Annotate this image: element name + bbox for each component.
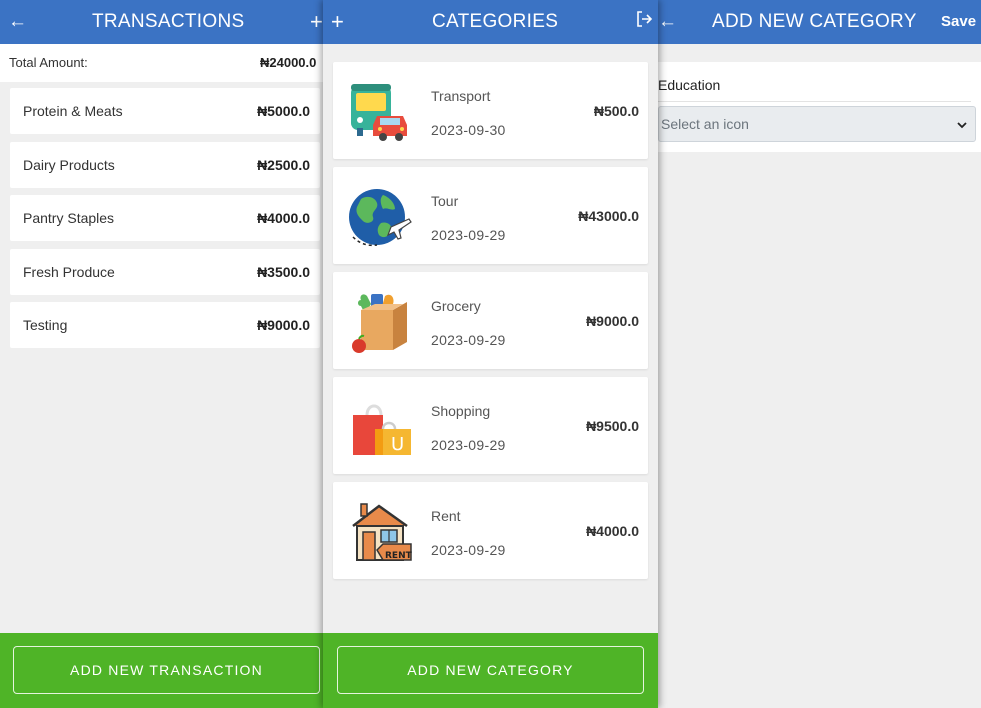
transactions-screen: ← TRANSACTIONS + Total Amount: ₦24000.0 … [0,0,330,708]
category-amount: ₦500.0 [593,103,639,119]
house-rent-icon: RENT [347,500,413,566]
transaction-amount: ₦9000.0 [257,317,310,333]
category-amount: ₦9500.0 [586,418,639,434]
category-amount: ₦9000.0 [586,313,639,329]
transaction-item[interactable]: Protein & Meats ₦5000.0 [10,88,320,134]
logout-icon[interactable] [635,10,653,34]
transaction-amount: ₦3500.0 [257,263,310,280]
globe-plane-icon [347,185,413,251]
category-date: 2023-09-29 [431,542,506,558]
transaction-item[interactable]: Dairy Products ₦2500.0 [10,141,320,188]
add-category-screen: ← ADD NEW CATEGORY Save Education Select… [658,0,981,708]
category-date: 2023-09-30 [431,122,506,138]
page-title: CATEGORIES [432,11,559,32]
transaction-name: Testing [23,317,68,333]
total-amount-label: Total Amount: [9,55,88,70]
transaction-name: Fresh Produce [23,263,115,280]
add-new-category-button[interactable]: ADD NEW CATEGORY [337,646,644,694]
add-category-header: ← ADD NEW CATEGORY Save [658,0,981,44]
category-card[interactable]: U Shopping 2023-09-29 ₦9500.0 [333,377,648,474]
bus-icon [347,80,413,146]
transaction-name: Pantry Staples [23,210,115,226]
category-name: Shopping [431,403,491,419]
svg-text:RENT: RENT [385,551,413,561]
transaction-list: Protein & Meats ₦5000.0 Dairy Products ₦… [10,88,320,356]
transaction-item[interactable]: Pantry Staples ₦4000.0 [10,195,320,241]
categories-footer: ADD NEW CATEGORY [323,633,658,708]
category-date: 2023-09-29 [431,332,506,348]
category-name: Transport [431,88,491,104]
add-category-icon[interactable]: + [331,0,344,44]
category-name-input[interactable]: Education [658,74,971,102]
add-new-transaction-button[interactable]: ADD NEW TRANSACTION [13,646,320,694]
transactions-header: ← TRANSACTIONS + [0,0,330,44]
category-amount: ₦43000.0 [578,208,639,224]
transactions-footer: ADD NEW TRANSACTION [0,633,330,708]
icon-select-placeholder: Select an icon [661,116,749,132]
save-button[interactable]: Save [941,0,976,44]
page-title: TRANSACTIONS [92,11,245,32]
transaction-name: Protein & Meats [23,103,123,119]
category-card[interactable]: Transport 2023-09-30 ₦500.0 [333,62,648,159]
total-amount-row: Total Amount: ₦24000.0 [0,44,330,82]
add-transaction-icon[interactable]: + [310,0,323,44]
category-form: Education Select an icon [658,62,981,152]
category-card[interactable]: Tour 2023-09-29 ₦43000.0 [333,167,648,264]
category-name: Rent [431,508,461,524]
category-amount: ₦4000.0 [586,523,639,539]
page-title: ADD NEW CATEGORY [712,11,917,32]
category-date: 2023-09-29 [431,437,506,453]
chevron-down-icon [957,107,967,141]
category-list: Transport 2023-09-30 ₦500.0 Tour 2023-09… [333,62,648,587]
shopping-bags-icon: U [347,395,413,461]
category-name: Tour [431,193,459,209]
transaction-amount: ₦4000.0 [257,210,310,226]
category-date: 2023-09-29 [431,227,506,243]
transaction-item[interactable]: Testing ₦9000.0 [10,302,320,348]
categories-header: + CATEGORIES [323,0,658,44]
icon-select[interactable]: Select an icon [658,106,976,142]
back-arrow-icon[interactable]: ← [658,0,677,44]
transaction-amount: ₦2500.0 [257,156,310,173]
grocery-bag-icon [347,290,413,356]
transaction-item[interactable]: Fresh Produce ₦3500.0 [10,248,320,295]
categories-screen: + CATEGORIES Transport 2023-09-30 ₦500.0… [323,0,658,708]
category-name: Grocery [431,298,481,314]
back-arrow-icon[interactable]: ← [8,0,27,44]
category-card[interactable]: Grocery 2023-09-29 ₦9000.0 [333,272,648,369]
transaction-amount: ₦5000.0 [257,103,310,119]
total-amount-value: ₦24000.0 [260,55,317,70]
category-card[interactable]: RENT Rent 2023-09-29 ₦4000.0 [333,482,648,579]
svg-text:U: U [391,434,404,455]
transaction-name: Dairy Products [23,156,115,173]
